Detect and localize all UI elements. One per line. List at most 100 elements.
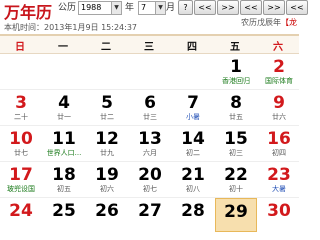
day-cell[interactable]: 6 廿三	[129, 90, 171, 124]
day-number: 26	[95, 201, 119, 221]
day-cell[interactable]: 24	[0, 198, 42, 232]
day-cell[interactable]: 8 廿五	[215, 90, 257, 124]
weekday-wed: 三	[144, 42, 154, 53]
chevron-down-icon[interactable]: ▼	[155, 2, 165, 14]
day-number: 20	[138, 165, 162, 185]
local-time: 本机时间：2013年1月9日 15:24:37	[4, 22, 137, 33]
prev-year-button[interactable]: <<	[194, 0, 216, 15]
lunar-date: 初四	[272, 149, 286, 157]
day-cell[interactable]: 10 廿七	[0, 126, 42, 160]
lunar-date: 初七	[143, 185, 157, 193]
day-number: 10	[9, 129, 33, 149]
lunar-date: 廿七	[14, 149, 28, 157]
calendar-type-label: 公历	[58, 3, 77, 13]
lunar-date: 廿一	[57, 113, 71, 121]
day-cell[interactable]: 11 世界人口...	[43, 126, 85, 160]
day-cell[interactable]: 3 二十	[0, 90, 42, 124]
day-cell[interactable]: 12 廿九	[86, 126, 128, 160]
day-number: 15	[224, 129, 248, 149]
local-time-label: 本机时间：	[4, 23, 44, 32]
zodiac-year: 【龙	[281, 18, 297, 27]
day-cell[interactable]: 30	[258, 198, 300, 232]
weekday-header: 日 一 二 三 四 五 六	[0, 34, 299, 54]
day-cell[interactable]: 22 初十	[215, 162, 257, 196]
month-select[interactable]: 7 ▼	[138, 1, 166, 15]
day-number: 17	[9, 165, 33, 185]
weekday-fri: 五	[230, 42, 240, 53]
day-number: 19	[95, 165, 119, 185]
day-cell[interactable]: 2 国际体育	[258, 54, 300, 88]
weekday-mon: 一	[58, 42, 68, 53]
month-select-value: 7	[141, 3, 147, 12]
day-number: 13	[138, 129, 162, 149]
day-cell[interactable]: 1 香港回归	[215, 54, 257, 88]
day-cell[interactable]: 7 小暑	[172, 90, 214, 124]
day-number: 30	[267, 201, 291, 221]
day-cell[interactable]: 16 初四	[258, 126, 300, 160]
day-number: 5	[101, 93, 113, 113]
day-cell[interactable]: 17 玻兜设国	[0, 162, 42, 196]
day-number: 24	[9, 201, 33, 221]
lunar-date: 初八	[186, 185, 200, 193]
prev-day-button[interactable]: <<	[286, 0, 308, 15]
weekday-sat: 六	[273, 42, 283, 53]
day-cell[interactable]: 9 廿六	[258, 90, 300, 124]
festival-label: 国际体育	[265, 77, 293, 85]
next-month-button[interactable]: >>	[263, 0, 285, 15]
help-button[interactable]: ?	[178, 0, 193, 15]
weekday-sun: 日	[15, 42, 25, 53]
day-number: 22	[224, 165, 248, 185]
day-cell[interactable]: 20 初七	[129, 162, 171, 196]
day-cell[interactable]: 25	[43, 198, 85, 232]
day-cell[interactable]: 21 初八	[172, 162, 214, 196]
day-number: 23	[267, 165, 291, 185]
year-select-value: 1988	[81, 3, 102, 12]
day-number: 29	[224, 202, 248, 222]
day-cell[interactable]: 15 初三	[215, 126, 257, 160]
day-cell-selected[interactable]: 29	[215, 198, 257, 232]
day-number: 4	[58, 93, 70, 113]
day-cell[interactable]: 19 初六	[86, 162, 128, 196]
festival-label: 香港回归	[222, 77, 250, 85]
day-cell[interactable]: 26	[86, 198, 128, 232]
day-cell[interactable]: 28	[172, 198, 214, 232]
day-cell[interactable]: 23 大暑	[258, 162, 300, 196]
lunar-date: 廿九	[100, 149, 114, 157]
local-time-value: 2013年1月9日 15:24:37	[44, 23, 138, 32]
lunar-date: 初十	[229, 185, 243, 193]
lunar-date: 廿二	[100, 113, 114, 121]
festival-label: 世界人口...	[46, 149, 82, 157]
day-cell[interactable]: 27	[129, 198, 171, 232]
lunar-date: 二十	[14, 113, 28, 121]
day-number: 1	[230, 57, 242, 77]
lunar-date: 初三	[229, 149, 243, 157]
day-number: 18	[52, 165, 76, 185]
lunar-date: 初二	[186, 149, 200, 157]
app-logo: 万年历	[4, 3, 53, 22]
month-label: 月	[166, 3, 176, 13]
festival-label: 玻兜设国	[7, 185, 35, 193]
day-number: 6	[144, 93, 156, 113]
day-cell[interactable]: 4 廿一	[43, 90, 85, 124]
day-number: 9	[273, 93, 285, 113]
weekday-thu: 四	[187, 42, 197, 53]
day-number: 2	[273, 57, 285, 77]
day-cell[interactable]: 14 初二	[172, 126, 214, 160]
day-cell[interactable]: 5 廿二	[86, 90, 128, 124]
day-number: 11	[52, 129, 76, 149]
lunar-date: 廿六	[272, 113, 286, 121]
day-cell[interactable]: 18 初五	[43, 162, 85, 196]
solar-term-label: 小暑	[186, 113, 200, 121]
lunar-date: 廿五	[229, 113, 243, 121]
solar-term-label: 大暑	[272, 185, 286, 193]
lunar-date: 初六	[100, 185, 114, 193]
day-number: 16	[267, 129, 291, 149]
day-cell[interactable]: 13 六月	[129, 126, 171, 160]
prev-month-button[interactable]: <<	[240, 0, 262, 15]
lunar-date: 廿三	[143, 113, 157, 121]
day-number: 8	[230, 93, 242, 113]
chevron-down-icon[interactable]: ▼	[111, 2, 121, 14]
year-label: 年	[125, 3, 135, 13]
year-select[interactable]: 1988 ▼	[78, 1, 122, 15]
next-year-button[interactable]: >>	[217, 0, 239, 15]
